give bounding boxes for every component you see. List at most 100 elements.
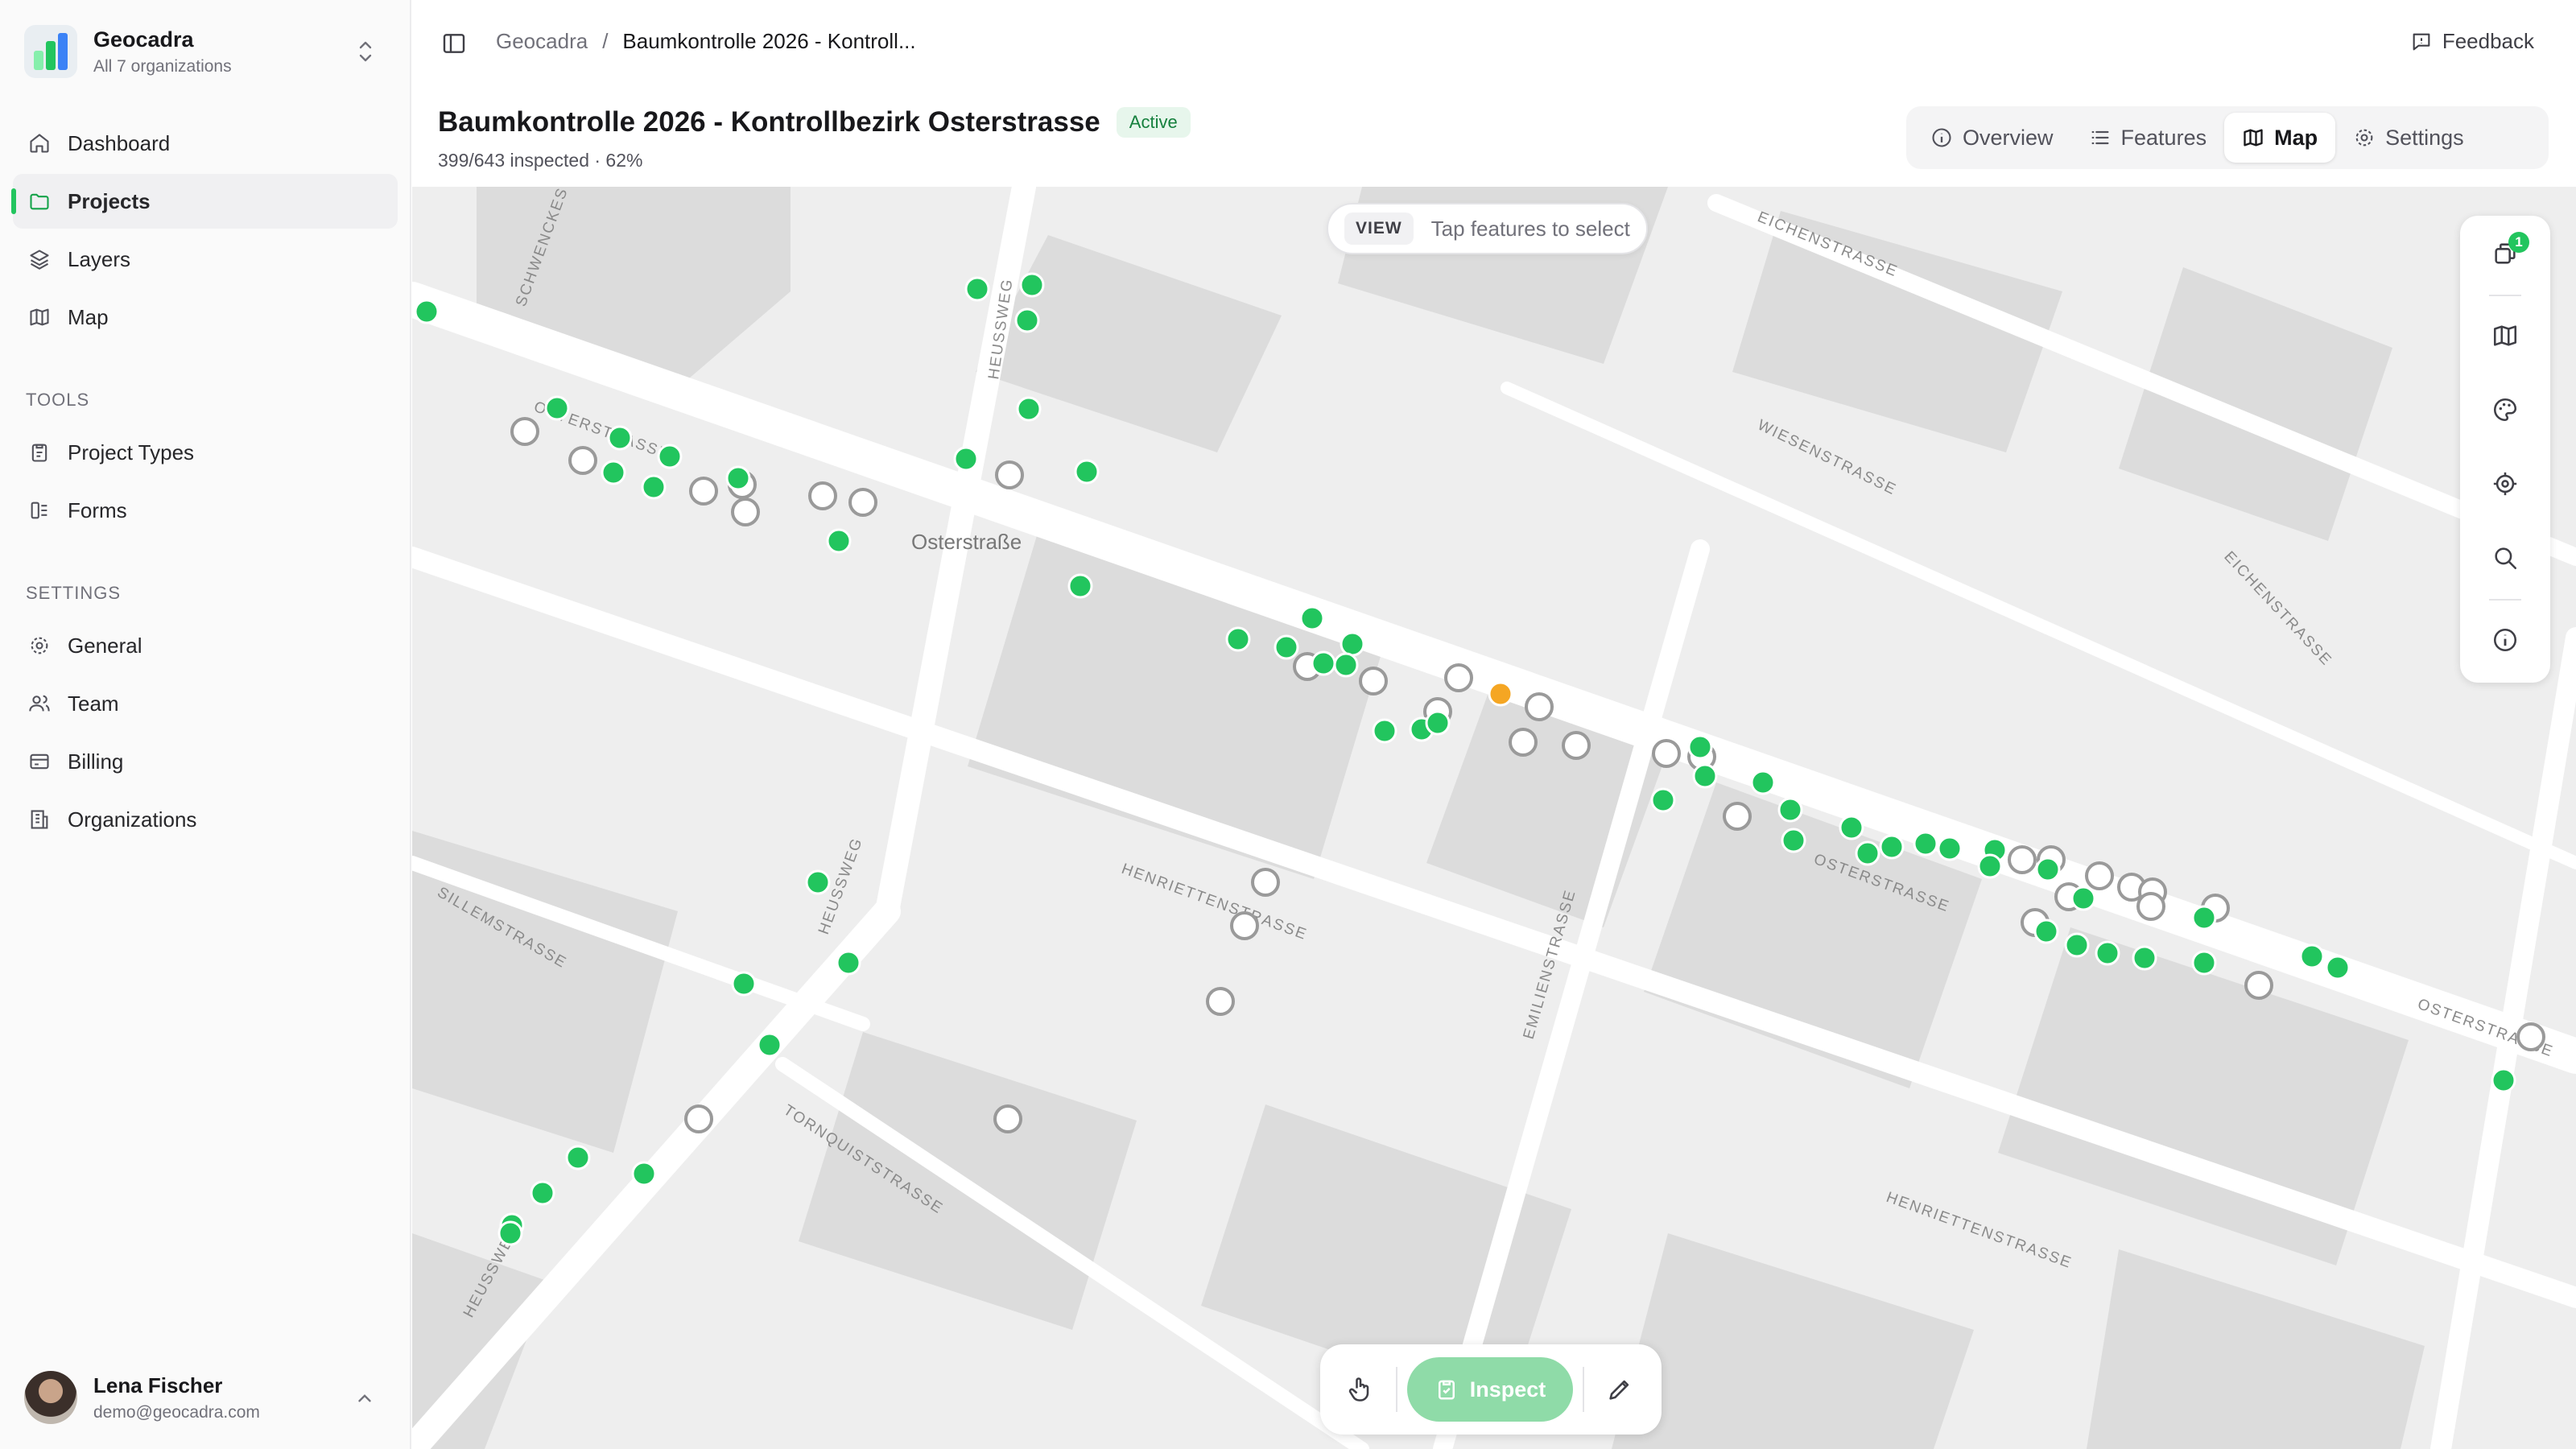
- tree-marker-inspected[interactable]: [2325, 955, 2351, 980]
- user-menu[interactable]: Lena Fischer demo@geocadra.com: [24, 1368, 386, 1426]
- tree-marker-inspected[interactable]: [2132, 945, 2157, 971]
- tree-marker-inspected[interactable]: [1687, 734, 1713, 760]
- tree-marker-inspected[interactable]: [2191, 950, 2217, 976]
- tree-marker-pending[interactable]: [2516, 1022, 2545, 1051]
- tree-marker-inspected[interactable]: [607, 425, 633, 451]
- locate-button[interactable]: [2460, 456, 2550, 512]
- tree-marker-pending[interactable]: [1230, 911, 1259, 940]
- sidebar-item-general[interactable]: General: [13, 618, 398, 673]
- feedback-button[interactable]: Feedback: [2410, 29, 2534, 54]
- tree-marker-inspected[interactable]: [2299, 943, 2325, 969]
- tree-marker-selected[interactable]: [1488, 681, 1513, 707]
- tree-marker-pending[interactable]: [1652, 739, 1681, 768]
- tree-marker-pending[interactable]: [1562, 731, 1591, 760]
- tree-marker-pending[interactable]: [510, 417, 539, 446]
- edit-tool-button[interactable]: [1594, 1357, 1645, 1422]
- tree-marker-inspected[interactable]: [1333, 652, 1359, 678]
- tree-marker-inspected[interactable]: [1225, 626, 1251, 652]
- tree-marker-inspected[interactable]: [1425, 710, 1451, 736]
- tree-marker-inspected[interactable]: [1839, 815, 1864, 840]
- tree-marker-pending[interactable]: [689, 477, 718, 506]
- sidebar-item-organizations[interactable]: Organizations: [13, 792, 398, 847]
- tree-marker-inspected[interactable]: [2491, 1067, 2516, 1093]
- tree-marker-inspected[interactable]: [1372, 718, 1397, 744]
- search-button[interactable]: [2460, 530, 2550, 586]
- tree-marker-inspected[interactable]: [757, 1032, 782, 1058]
- tree-marker-inspected[interactable]: [1340, 631, 1365, 657]
- tree-marker-inspected[interactable]: [1650, 787, 1676, 813]
- tree-marker-inspected[interactable]: [2070, 886, 2096, 911]
- tree-marker-pending[interactable]: [2008, 845, 2037, 874]
- tree-marker-pending[interactable]: [995, 460, 1024, 489]
- tree-marker-inspected[interactable]: [2191, 905, 2217, 931]
- tree-marker-inspected[interactable]: [836, 950, 861, 976]
- tree-marker-pending[interactable]: [2085, 861, 2114, 890]
- sidebar-item-team[interactable]: Team: [13, 676, 398, 731]
- tree-marker-pending[interactable]: [684, 1104, 713, 1133]
- breadcrumb-root[interactable]: Geocadra: [496, 29, 588, 54]
- tree-marker-pending[interactable]: [993, 1104, 1022, 1133]
- tree-marker-inspected[interactable]: [601, 460, 626, 485]
- tree-marker-inspected[interactable]: [1879, 834, 1905, 860]
- tree-marker-pending[interactable]: [2136, 892, 2165, 921]
- tree-marker-inspected[interactable]: [1311, 650, 1336, 676]
- tree-marker-inspected[interactable]: [497, 1220, 523, 1246]
- tree-marker-inspected[interactable]: [731, 971, 757, 997]
- tree-marker-pending[interactable]: [1251, 868, 1280, 897]
- tree-marker-pending[interactable]: [1723, 802, 1752, 831]
- tree-marker-pending[interactable]: [808, 481, 837, 510]
- tree-marker-inspected[interactable]: [1750, 770, 1776, 795]
- tree-marker-inspected[interactable]: [565, 1145, 591, 1170]
- sidebar-item-map[interactable]: Map: [13, 290, 398, 345]
- info-button[interactable]: [2460, 612, 2550, 668]
- tree-marker-inspected[interactable]: [657, 444, 683, 469]
- tree-marker-pending[interactable]: [568, 446, 597, 475]
- tree-marker-inspected[interactable]: [1781, 828, 1806, 853]
- tree-marker-inspected[interactable]: [953, 446, 979, 472]
- tree-marker-inspected[interactable]: [530, 1180, 555, 1206]
- tree-marker-pending[interactable]: [1444, 663, 1473, 692]
- tree-marker-pending[interactable]: [1206, 987, 1235, 1016]
- tree-marker-pending[interactable]: [2244, 971, 2273, 1000]
- tree-marker-inspected[interactable]: [641, 474, 667, 500]
- tree-marker-inspected[interactable]: [1016, 396, 1042, 422]
- layers-toggle-button[interactable]: 1: [2460, 225, 2550, 282]
- org-switcher[interactable]: Geocadra All 7 organizations: [24, 23, 386, 80]
- sidebar-item-layers[interactable]: Layers: [13, 232, 398, 287]
- tree-marker-inspected[interactable]: [1855, 840, 1880, 866]
- tree-marker-inspected[interactable]: [2064, 932, 2090, 958]
- tab-features[interactable]: Features: [2071, 113, 2225, 163]
- tree-marker-inspected[interactable]: [1067, 573, 1093, 599]
- sidebar-item-project-types[interactable]: Project Types: [13, 425, 398, 480]
- tree-marker-pending[interactable]: [731, 497, 760, 526]
- pan-tool-button[interactable]: [1335, 1357, 1386, 1422]
- map-canvas[interactable]: Osterstraße SCHWENCKESTRA OSTERSTRASSE O…: [412, 187, 2576, 1449]
- tree-marker-inspected[interactable]: [2095, 940, 2120, 966]
- tree-marker-inspected[interactable]: [1937, 836, 1963, 861]
- tree-marker-inspected[interactable]: [826, 528, 852, 554]
- tree-marker-inspected[interactable]: [1777, 797, 1803, 823]
- sidebar-item-billing[interactable]: Billing: [13, 734, 398, 789]
- tree-marker-inspected[interactable]: [725, 465, 751, 491]
- tree-marker-inspected[interactable]: [1299, 605, 1325, 631]
- tree-marker-inspected[interactable]: [2035, 857, 2061, 882]
- tree-marker-pending[interactable]: [848, 488, 877, 517]
- tree-marker-inspected[interactable]: [2033, 919, 2059, 944]
- tree-marker-pending[interactable]: [1359, 667, 1388, 696]
- tree-marker-inspected[interactable]: [1074, 459, 1100, 485]
- basemap-button[interactable]: [2460, 308, 2550, 364]
- tab-settings[interactable]: Settings: [2335, 113, 2482, 163]
- tree-marker-inspected[interactable]: [1019, 272, 1045, 298]
- tree-marker-inspected[interactable]: [1274, 634, 1299, 660]
- tree-marker-inspected[interactable]: [1692, 763, 1718, 789]
- style-button[interactable]: [2460, 382, 2550, 438]
- sidebar-item-projects[interactable]: Projects: [11, 174, 398, 229]
- inspect-button[interactable]: Inspect: [1407, 1357, 1573, 1422]
- tree-marker-pending[interactable]: [1509, 728, 1538, 757]
- sidebar-item-forms[interactable]: Forms: [13, 483, 398, 538]
- tab-overview[interactable]: Overview: [1913, 113, 2071, 163]
- tree-marker-inspected[interactable]: [1913, 831, 1938, 857]
- tree-marker-inspected[interactable]: [544, 395, 570, 421]
- tree-marker-inspected[interactable]: [1014, 308, 1040, 333]
- tree-marker-inspected[interactable]: [964, 276, 990, 302]
